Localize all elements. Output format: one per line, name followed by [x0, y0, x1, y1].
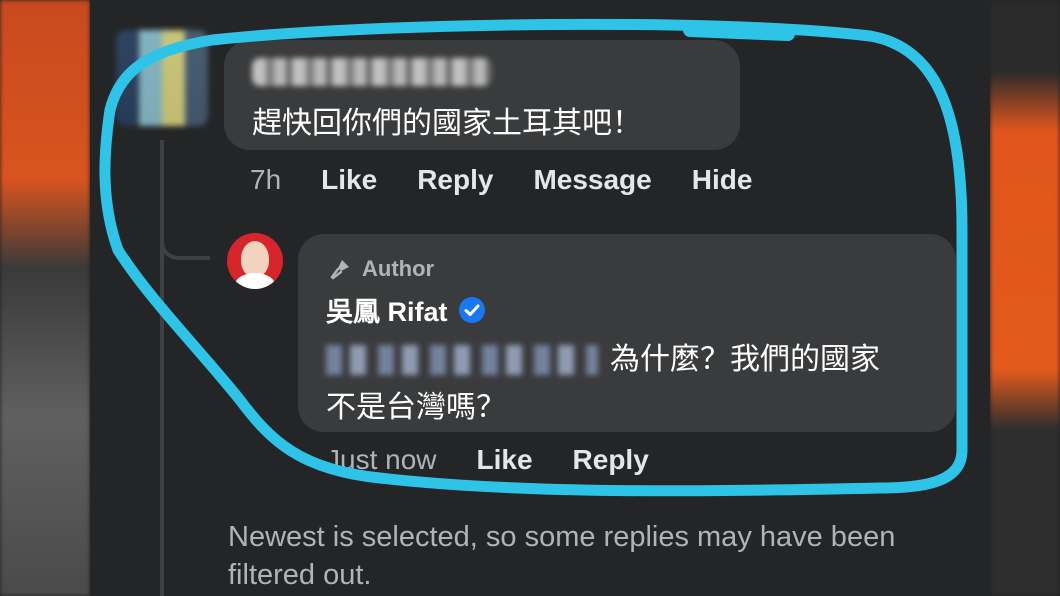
reply-text-1: 為什麼？我們的國家 [610, 343, 880, 376]
reply-author-row: 吳鳳 Rifat [326, 290, 486, 329]
comment-hide-button[interactable]: Hide [692, 164, 753, 196]
comment-bubble: 趕快回你們的國家土耳其吧！ [224, 40, 740, 150]
mentioned-name-redacted [326, 345, 598, 375]
avatar-shirt [235, 273, 275, 289]
microphone-icon [330, 260, 349, 280]
reply-timestamp[interactable]: Just now [326, 444, 437, 476]
thread-connector-line [160, 140, 164, 596]
comment-message-button[interactable]: Message [533, 164, 651, 196]
author-avatar[interactable] [227, 233, 283, 289]
reply-bubble: Author 吳鳳 Rifat 為什麼？我們的國家 不是台灣嗎？ [298, 234, 956, 432]
comment-reply-button[interactable]: Reply [417, 164, 493, 196]
reply-like-button[interactable]: Like [477, 444, 533, 476]
thread-connector-curve [160, 218, 210, 260]
author-badge-label: Author [362, 256, 435, 281]
comment-like-button[interactable]: Like [321, 164, 377, 196]
comment-actions: 7h Like Reply Message Hide [250, 164, 792, 196]
avatar-face [241, 241, 269, 277]
verified-badge-icon [458, 296, 485, 323]
commenter-avatar-pixelated[interactable] [116, 30, 208, 126]
reply-author-name[interactable]: 吳鳳 Rifat [326, 290, 448, 329]
comment-thread-panel: 趕快回你們的國家土耳其吧！ 7h Like Reply Message Hide… [90, 0, 990, 596]
reply-reply-button[interactable]: Reply [573, 444, 649, 476]
comment-timestamp[interactable]: 7h [250, 164, 281, 196]
filter-notice: Newest is selected, so some replies may … [228, 521, 896, 591]
reply-text-line-2: 不是台灣嗎？ [326, 391, 506, 424]
reply-text-line-1: 為什麼？我們的國家 [326, 334, 880, 378]
reply-actions: Just now Like Reply [326, 444, 689, 476]
blurred-background-right [990, 0, 1060, 596]
author-badge: Author [328, 256, 434, 282]
blurred-background-left [0, 0, 90, 596]
comment-text: 趕快回你們的國家土耳其吧！ [252, 107, 642, 140]
commenter-name-redacted [252, 58, 492, 86]
